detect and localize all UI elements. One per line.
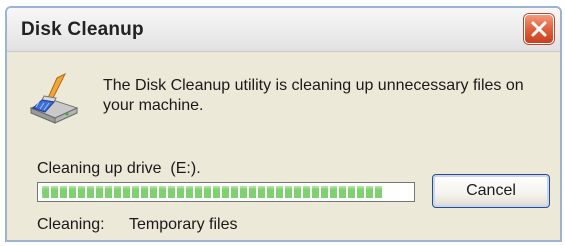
status-line: Cleaning: Temporary files xyxy=(37,216,237,234)
cleanup-progress-bar xyxy=(37,182,415,202)
window-title: Disk Cleanup xyxy=(21,19,144,40)
dialog-body: The Disk Cleanup utility is cleaning up … xyxy=(7,52,560,240)
cleanup-message: The Disk Cleanup utility is cleaning up … xyxy=(103,77,524,114)
status-value: Temporary files xyxy=(129,216,238,233)
title-bar[interactable]: Disk Cleanup xyxy=(7,8,560,52)
disk-cleanup-icon xyxy=(27,72,81,126)
close-button[interactable] xyxy=(524,14,554,44)
cancel-button[interactable]: Cancel xyxy=(432,174,550,208)
progress-fill xyxy=(42,186,385,198)
status-label: Cleaning: xyxy=(37,216,105,233)
close-icon xyxy=(531,21,547,37)
disk-cleanup-dialog: Disk Cleanup The Disk Cleanup utility is… xyxy=(5,6,562,242)
drive-label: Cleaning up drive (E:). xyxy=(37,160,201,177)
